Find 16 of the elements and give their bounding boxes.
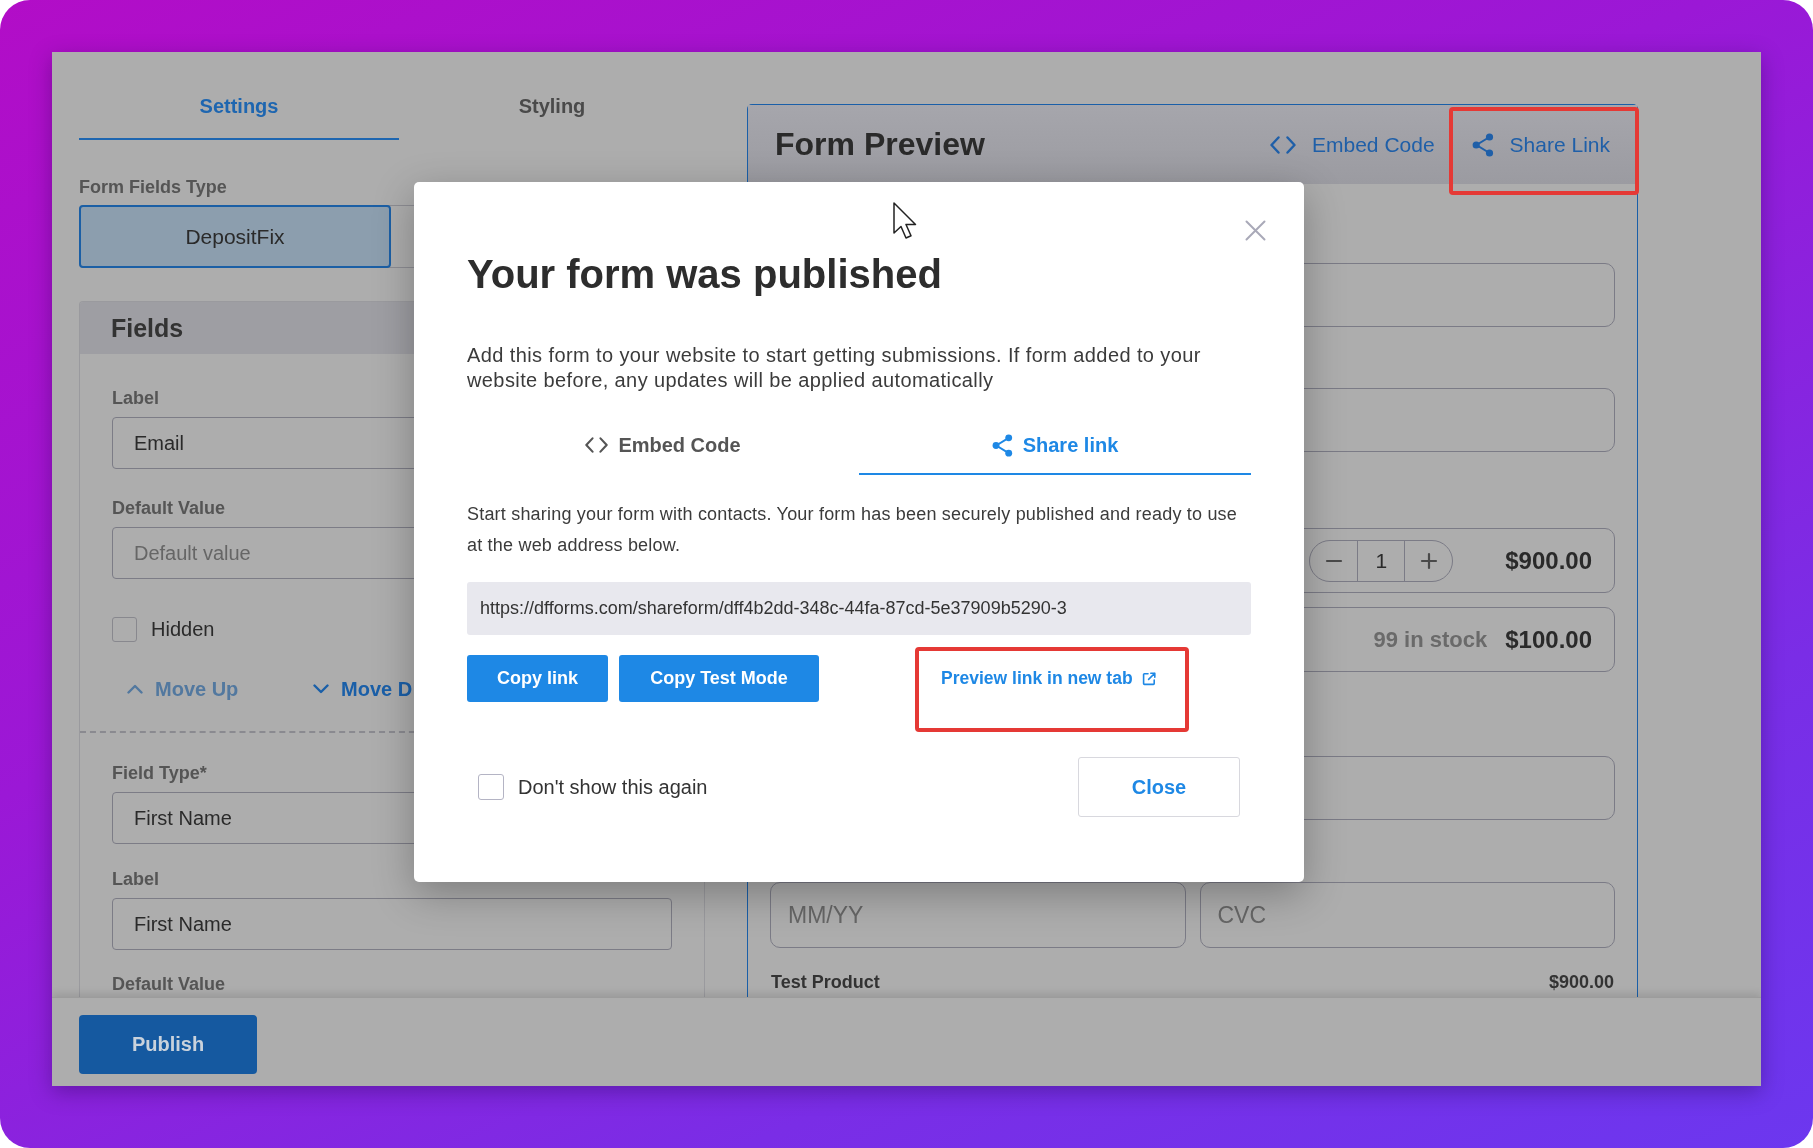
product-name: Test Product: [771, 972, 880, 992]
panel-title: Fields: [111, 313, 184, 343]
field-label: Label: [112, 387, 159, 409]
field-label: Form Fields Type: [79, 176, 227, 198]
stock-text: 99 in stock: [1373, 626, 1488, 653]
field-label: Default Value: [112, 497, 226, 519]
price-text: $900.00: [1505, 546, 1592, 575]
field-label: Field Type*: [112, 762, 207, 784]
price-text: $100.00: [1505, 625, 1592, 654]
preview-title: Form Preview: [775, 126, 985, 163]
field-label: Default Value: [112, 974, 226, 994]
price-text: $900.00: [1548, 972, 1614, 992]
checkbox-label: Hidden: [151, 618, 215, 641]
quantity-value: 1: [1357, 540, 1406, 581]
dialog-description: Add this form to your website to start getting submissions. If form added to your website before, any updates will be applied automatically: [467, 343, 1202, 393]
field-label: Label: [112, 868, 159, 890]
